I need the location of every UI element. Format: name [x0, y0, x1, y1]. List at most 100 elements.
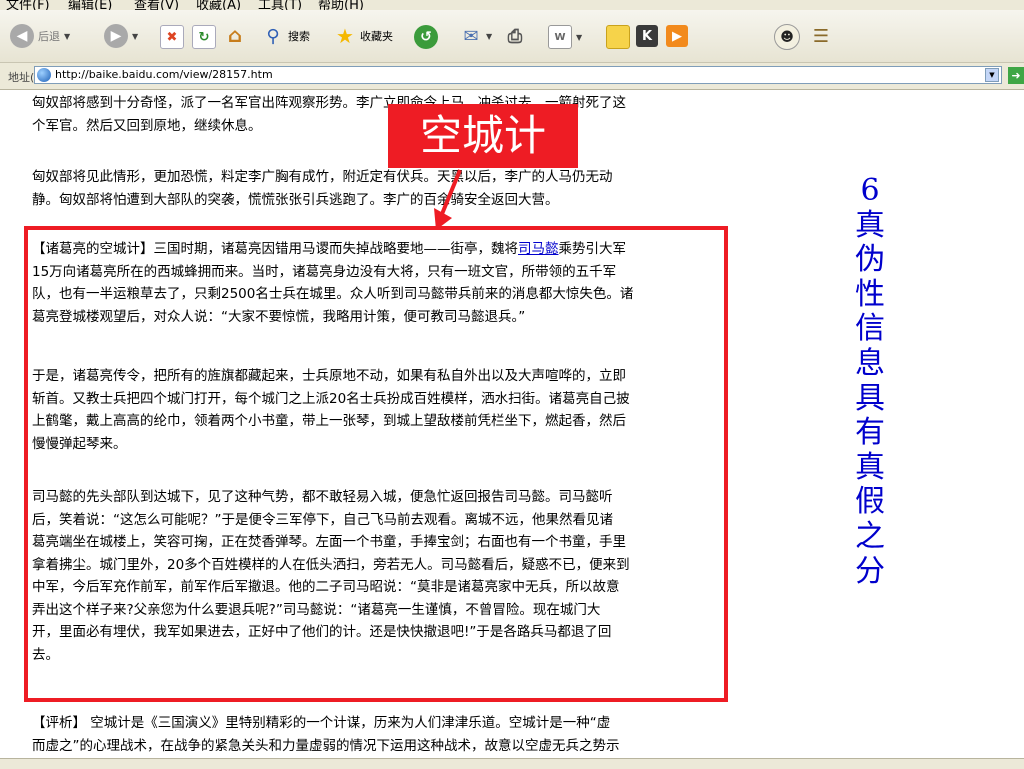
books-icon: ☰ [812, 25, 830, 47]
menu-favorites[interactable]: 收藏(A) [196, 0, 241, 10]
text-line: 队，也有一半运粮草去了，只剩2500名士兵在城里。众人听到司马懿带兵前来的消息都… [32, 286, 634, 302]
caption-char: 真 [855, 207, 885, 243]
toolbar: ◀ 后退 ▼ ▶ ▼ ✖ ↻ ⌂ ⚲ 搜索 ★ 收藏夹 ↺ ✉ ▼ ⎙ W ▼ … [0, 10, 1024, 63]
folder-icon [606, 25, 630, 49]
caption-char: 真 [855, 449, 885, 485]
penguin-icon: ☻ [774, 24, 800, 50]
sima-yi-link[interactable]: 司马懿 [518, 241, 559, 257]
star-icon: ★ [336, 24, 354, 48]
caption-char: 息 [855, 345, 885, 381]
text-line: 慢慢弹起琴来。 [32, 435, 127, 452]
caption-char: 之 [855, 518, 885, 554]
text-line: 葛亮登城楼观望后，对众人说：“大家不要惊慌，我略用计策，便可教司马懿退兵。” [32, 308, 526, 325]
home-icon: ⌂ [227, 23, 243, 47]
text-line: 开，里面必有埋伏，我军如果进去，正好中了他们的计。还是快快撤退吧!”于是各路兵马… [32, 624, 612, 640]
paragraph-6: 【评析】 空城计是《三国演义》里特别精彩的一个计谋，历来为人们津津乐道。空城计是… [32, 712, 722, 757]
page-content: 匈奴部将感到十分奇怪，派了一名军官出阵观察形势。李广立即命令上马，冲杀过去，一箭… [0, 90, 1024, 758]
forward-button[interactable]: ▶ ▼ [104, 24, 138, 48]
print-icon: ⎙ [507, 25, 523, 47]
menu-edit[interactable]: 编辑(E) [68, 0, 112, 10]
search-icon: ⚲ [266, 25, 280, 47]
paragraph-1: 匈奴部将感到十分奇怪，派了一名军官出阵观察形势。李广立即命令上马，冲杀过去，一箭… [32, 92, 722, 137]
address-dropdown-icon[interactable]: ▼ [985, 68, 999, 82]
status-bar [0, 758, 1024, 769]
caption-char: 性 [855, 276, 885, 312]
caption-char: 具 [855, 380, 885, 416]
print-button[interactable]: ⎙ [504, 25, 526, 47]
caption-char: 假 [855, 484, 885, 520]
messenger-button[interactable]: K [636, 25, 658, 47]
history-icon: ↺ [414, 25, 438, 49]
caption-char: 6 [860, 173, 880, 208]
text-line: 【诸葛亮的空城计】三国时期，诸葛亮因错用马谡而失掉战略要地——街亭，魏将司马懿乘… [32, 238, 722, 261]
forward-arrow-icon: ▶ [104, 24, 128, 48]
favorites-label: 收藏夹 [360, 30, 393, 43]
stop-button[interactable]: ✖ [160, 25, 184, 49]
menu-file[interactable]: 文件(F) [6, 0, 50, 10]
paragraph-3: 【诸葛亮的空城计】三国时期，诸葛亮因错用马谡而失掉战略要地——街亭，魏将司马懿乘… [32, 238, 722, 328]
paragraph-4: 于是，诸葛亮传令，把所有的旌旗都藏起来，士兵原地不动，如果有私自外出以及大声喧哗… [32, 365, 722, 455]
caption-char: 分 [855, 553, 885, 589]
search-label: 搜索 [288, 30, 310, 43]
refresh-button[interactable]: ↻ [192, 25, 216, 49]
text-line: 于是，诸葛亮传令，把所有的旌旗都藏起来，士兵原地不动，如果有私自外出以及大声喧哗… [32, 368, 626, 384]
ie-page-icon [37, 68, 51, 82]
paragraph-2: 匈奴部将见此情形，更加恐慌，料定李广胸有成竹，附近定有伏兵。天黑以后，李广的人马… [32, 166, 722, 211]
back-arrow-icon: ◀ [10, 24, 34, 48]
text-line: 匈奴部将见此情形，更加恐慌，料定李广胸有成竹，附近定有伏兵。天黑以后，李广的人马… [32, 169, 613, 185]
text-line: 斩首。又教士兵把四个城门打开，每个城门之上派20名士兵扮成百姓模样，洒水扫街。诸… [32, 390, 630, 407]
text-line: 司马懿的先头部队到达城下，见了这种气势，都不敢轻易入城，便急忙返回报告司马懿。司… [32, 489, 613, 505]
pointer-arrow-icon [434, 169, 462, 230]
chevron-down-icon[interactable]: ▼ [64, 32, 70, 41]
text-line: 而虚之”的心理战术，在战争的紧急关头和力量虚弱的情况下运用这种战术，故意以空虚无… [32, 737, 620, 754]
text-line: 后，笑着说：“这怎么可能呢？”于是便令三军停下，自己飞马前去观看。离城不远，他果… [32, 511, 613, 528]
menu-help[interactable]: 帮助(H) [318, 0, 364, 10]
paragraph-5: 司马懿的先头部队到达城下，见了这种气势，都不敢轻易入城，便急忙返回报告司马懿。司… [32, 486, 722, 666]
text-line: 中军，今后军充作前军，前军作后军撤退。他的二子司马昭说：“莫非是诸葛亮家中无兵，… [32, 579, 620, 595]
chevron-down-icon[interactable]: ▼ [132, 32, 138, 41]
back-label: 后退 [38, 30, 60, 43]
side-caption: 6 真 伪 性 信 息 具 有 真 假 之 分 [838, 173, 902, 589]
word-icon: W [548, 25, 572, 49]
home-button[interactable]: ⌂ [224, 23, 246, 47]
play-icon: ▶ [666, 25, 688, 47]
history-button[interactable]: ↺ [414, 25, 438, 49]
chevron-down-icon[interactable]: ▼ [576, 33, 582, 42]
text-line: 弄出这个样子来?父亲您为什么要退兵呢?”司马懿说：“诸葛亮一生谨慎，不曾冒险。现… [32, 601, 601, 618]
text-line: 拿着拂尘。城门里外，20多个百姓模样的人在低头洒扫，旁若无人。司马懿看后，疑惑不… [32, 556, 630, 573]
stop-icon: ✖ [160, 25, 184, 49]
k-icon: K [636, 25, 658, 47]
menu-tools[interactable]: 工具(T) [258, 0, 302, 10]
text-line: 【评析】 空城计是《三国演义》里特别精彩的一个计谋，历来为人们津津乐道。空城计是… [32, 715, 611, 731]
caption-char: 有 [855, 415, 885, 451]
edit-button[interactable]: W ▼ [548, 25, 582, 49]
empty-fort-banner: 空城计 [388, 104, 578, 168]
text-line: 去。 [32, 646, 59, 663]
caption-char: 信 [855, 311, 885, 347]
discuss-button[interactable] [606, 25, 630, 49]
back-button[interactable]: ◀ 后退 ▼ [10, 24, 70, 48]
text-segment: 【诸葛亮的空城计】三国时期，诸葛亮因错用马谡而失掉战略要地——街亭，魏将 [32, 241, 518, 257]
text-line: 静。匈奴部将怕遭到大部队的突袭，慌慌张张引兵逃跑了。李广的百余骑安全返回大营。 [32, 191, 559, 208]
address-input[interactable]: http://baike.baidu.com/view/28157.htm ▼ [34, 66, 1002, 84]
text-segment: 乘势引大军 [558, 241, 627, 257]
text-line: 葛亮端坐在城楼上，笑容可掬，正在焚香弹琴。左面一个书童，手捧宝剑；右面也有一个书… [32, 534, 626, 550]
favorites-button[interactable]: ★ 收藏夹 [334, 24, 393, 48]
search-button[interactable]: ⚲ 搜索 [262, 25, 310, 47]
research-button[interactable]: ☰ [810, 25, 832, 47]
text-line: 上鹤氅，戴上高高的纶巾，领着两个小书童，带上一张琴，到城上望敌楼前凭栏坐下，燃起… [32, 413, 626, 429]
menu-view[interactable]: 查看(V) [134, 0, 179, 10]
text-line: 匈奴部将感到十分奇怪，派了一名军官出阵观察形势。李广立即命令上马，冲杀过去，一箭… [32, 95, 626, 111]
qq-button[interactable]: ☻ [774, 24, 800, 50]
mail-icon: ✉ [463, 25, 479, 47]
caption-char: 伪 [855, 242, 885, 278]
media-button[interactable]: ▶ [666, 25, 688, 47]
mail-button[interactable]: ✉ ▼ [460, 25, 492, 47]
chevron-down-icon[interactable]: ▼ [486, 32, 492, 41]
address-bar: 地址(D) http://baike.baidu.com/view/28157.… [0, 63, 1024, 90]
text-line: 个军官。然后又回到原地，继续休息。 [32, 117, 262, 134]
refresh-icon: ↻ [192, 25, 216, 49]
menu-bar: 文件(F) 编辑(E) 查看(V) 收藏(A) 工具(T) 帮助(H) [0, 0, 1024, 10]
text-line: 15万向诸葛亮所在的西城蜂拥而来。当时，诸葛亮身边没有大将，只有一班文官，所带领… [32, 263, 617, 280]
go-arrow-icon[interactable]: ➜ [1008, 67, 1024, 84]
